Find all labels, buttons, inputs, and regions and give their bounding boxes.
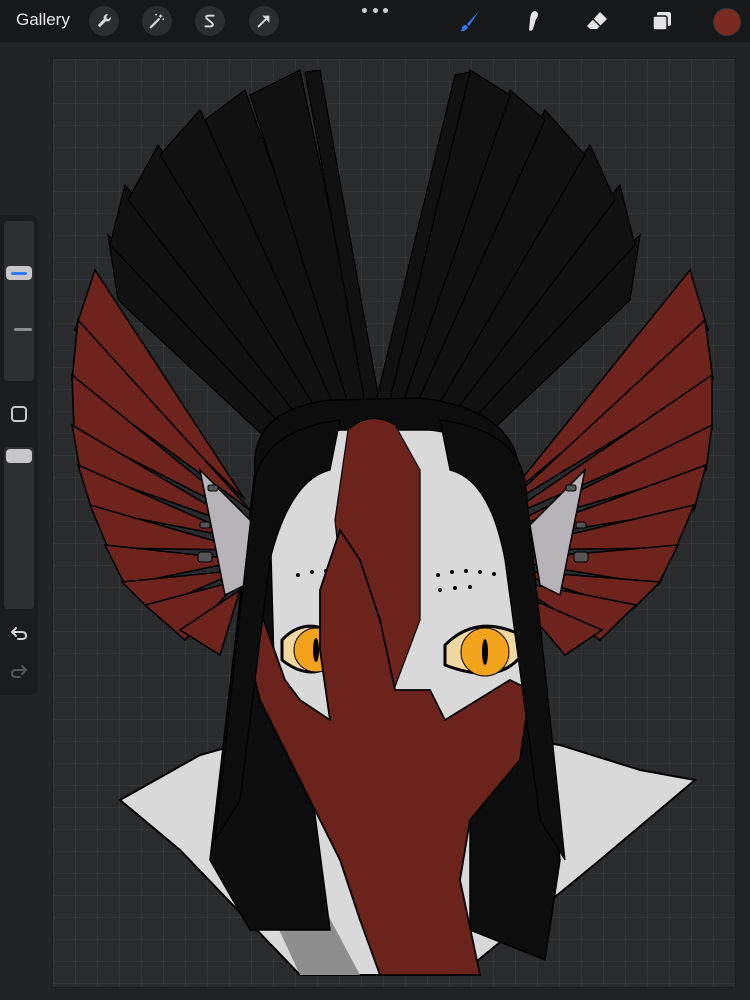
opacity-slider[interactable] xyxy=(4,447,34,609)
size-indicator xyxy=(14,328,32,331)
opacity-thumb[interactable] xyxy=(6,449,32,463)
artwork-illustration xyxy=(70,69,714,976)
brush-size-thumb[interactable] xyxy=(6,265,32,280)
size-thumb-line xyxy=(11,271,27,275)
redo-icon[interactable] xyxy=(9,661,29,681)
undo-icon[interactable] xyxy=(9,623,29,643)
modify-button[interactable] xyxy=(11,406,27,422)
left-sidebar xyxy=(0,215,38,695)
brush-size-slider[interactable] xyxy=(4,221,34,381)
